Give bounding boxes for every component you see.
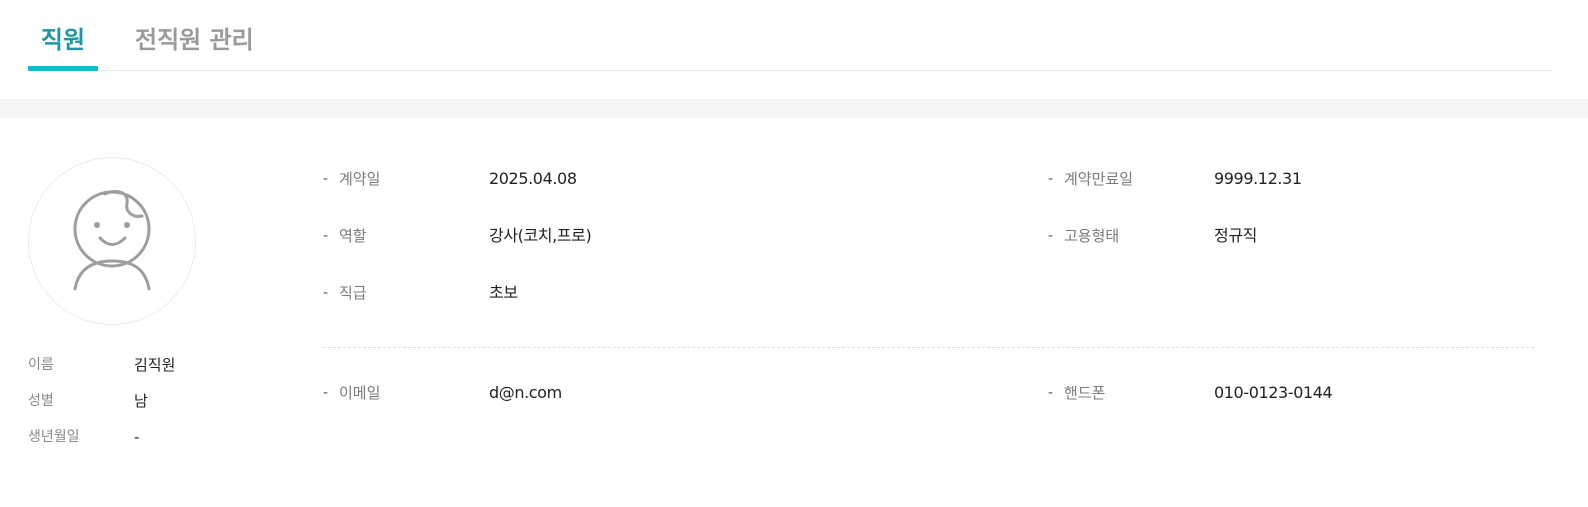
- email-field: - 이메일 d@n.com: [323, 381, 883, 405]
- phone-label: 핸드폰: [1064, 384, 1106, 402]
- gender-label: 성별: [28, 393, 54, 409]
- bullet-dash: -: [323, 385, 329, 401]
- name-row: 이름 김직원: [28, 354, 288, 376]
- user-face-icon: [73, 189, 151, 291]
- contract-end-date-field: - 계약만료일 9999.12.31: [1048, 167, 1548, 191]
- bullet-dash: -: [323, 228, 329, 244]
- rank-field: - 직급 초보: [323, 281, 883, 305]
- contract-end-date-value: 9999.12.31: [1214, 169, 1302, 188]
- email-label: 이메일: [339, 384, 381, 402]
- contract-date-field: - 계약일 2025.04.08: [323, 167, 883, 191]
- bullet-dash: -: [1048, 228, 1054, 244]
- bullet-dash: -: [1048, 385, 1054, 401]
- phone-field: - 핸드폰 010-0123-0144: [1048, 381, 1548, 405]
- birthdate-label: 생년월일: [28, 429, 80, 445]
- role-label: 역할: [339, 227, 367, 245]
- tab-bar: 직원 전직원 관리: [28, 0, 1552, 71]
- employment-type-value: 정규직: [1214, 226, 1257, 245]
- bullet-dash: -: [1048, 171, 1054, 187]
- name-label: 이름: [28, 357, 54, 373]
- tab-all-employee-management[interactable]: 전직원 관리: [135, 20, 254, 70]
- contract-date-value: 2025.04.08: [489, 169, 577, 188]
- role-field: - 역할 강사(코치,프로): [323, 224, 883, 248]
- tab-employee[interactable]: 직원: [28, 20, 98, 71]
- bullet-dash: -: [323, 171, 329, 187]
- avatar: [28, 157, 196, 325]
- name-value: 김직원: [134, 356, 176, 374]
- birthdate-row: 생년월일 -: [28, 426, 288, 448]
- email-value: d@n.com: [489, 383, 562, 402]
- section-divider: [323, 347, 1534, 348]
- contract-end-date-label: 계약만료일: [1064, 170, 1134, 188]
- section-separator: [0, 99, 1588, 118]
- gender-row: 성별 남: [28, 390, 288, 412]
- employment-type-field: - 고용형태 정규직: [1048, 224, 1548, 248]
- contract-date-label: 계약일: [339, 170, 381, 188]
- birthdate-value: -: [134, 428, 140, 446]
- rank-value: 초보: [489, 283, 518, 302]
- rank-label: 직급: [339, 284, 367, 302]
- role-value: 강사(코치,프로): [489, 226, 592, 245]
- employment-type-label: 고용형태: [1064, 227, 1120, 245]
- phone-value: 010-0123-0144: [1214, 383, 1333, 402]
- gender-value: 남: [134, 392, 148, 410]
- bullet-dash: -: [323, 285, 329, 301]
